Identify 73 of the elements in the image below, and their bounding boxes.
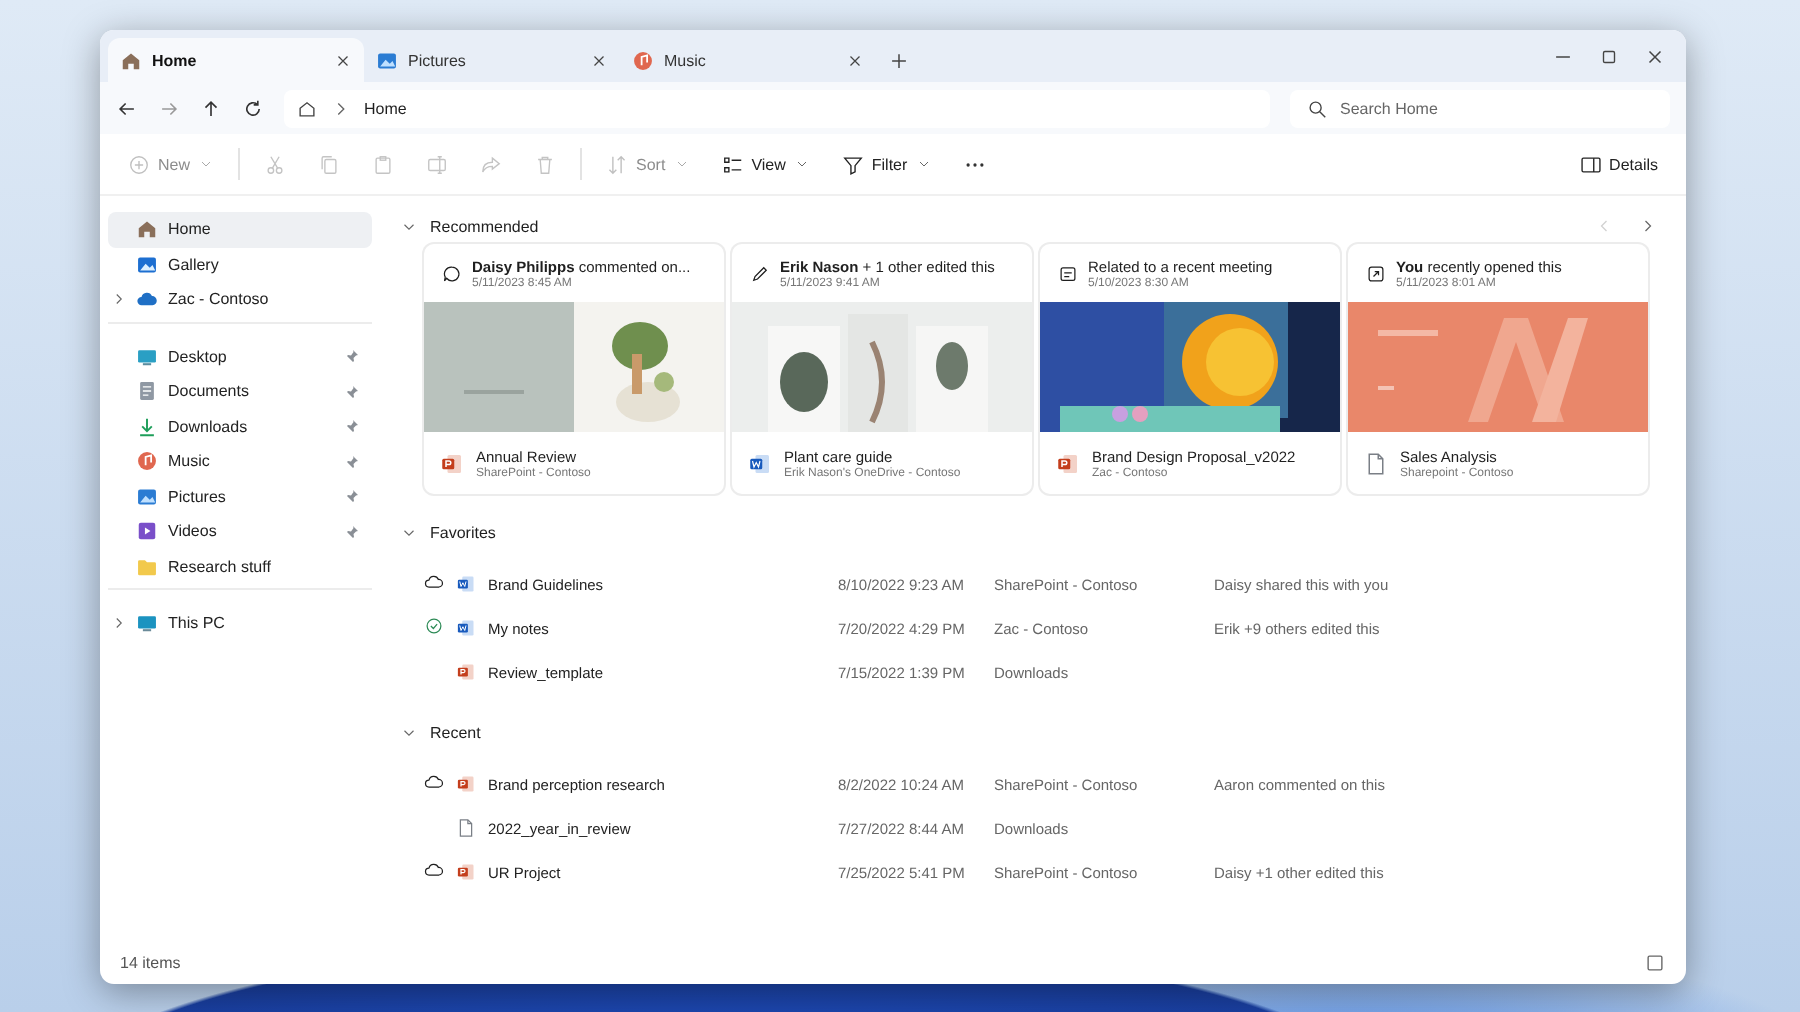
- address-bar[interactable]: Home: [284, 89, 1270, 127]
- details-button[interactable]: Details: [1571, 144, 1666, 184]
- slides-file-icon: [456, 774, 476, 794]
- picture-icon: [136, 253, 158, 276]
- sidebar-item[interactable]: This PC: [108, 606, 372, 641]
- sidebar-item[interactable]: Downloads: [108, 409, 372, 444]
- back-arrow-icon[interactable]: [116, 97, 138, 119]
- chevron-down-icon: [673, 156, 690, 172]
- sort-icon: [606, 153, 629, 175]
- up-arrow-icon[interactable]: [200, 97, 222, 119]
- sidebar-item[interactable]: Research stuff: [108, 549, 372, 584]
- plus-icon[interactable]: [887, 49, 909, 71]
- chevron-down-icon: [915, 156, 932, 172]
- house-icon: [296, 97, 318, 119]
- forward-arrow-icon[interactable]: [158, 97, 180, 119]
- search-icon: [1306, 97, 1328, 119]
- music-icon: [136, 450, 158, 473]
- house-icon: [120, 49, 142, 71]
- tab[interactable]: Music: [620, 38, 876, 82]
- picture-icon: [136, 485, 158, 508]
- sidebar-item[interactable]: Pictures: [108, 479, 372, 514]
- close-icon[interactable]: [846, 51, 864, 69]
- sidebar-item[interactable]: Videos: [108, 514, 372, 549]
- comment-icon: [442, 263, 462, 283]
- document-file-icon: [748, 451, 772, 475]
- section-title: Favorites: [430, 523, 496, 541]
- sidebar-item[interactable]: Music: [108, 444, 372, 479]
- section-title: Recommended: [430, 217, 539, 235]
- monitor-icon: [136, 345, 158, 368]
- sidebar-item[interactable]: Desktop: [108, 339, 372, 374]
- slides-file-icon: [1056, 451, 1080, 475]
- sidebar-item[interactable]: Documents: [108, 374, 372, 409]
- pencil-icon: [750, 263, 770, 283]
- search-field[interactable]: Search Home: [1290, 89, 1670, 127]
- video-icon: [136, 520, 158, 543]
- item-count: 14 items: [120, 953, 181, 971]
- sidebar-item[interactable]: Zac - Contoso: [108, 282, 372, 317]
- folder-icon: [136, 555, 158, 578]
- tab[interactable]: Pictures: [364, 38, 620, 82]
- slides-file-icon: [440, 451, 464, 475]
- cloud-icon: [136, 288, 158, 311]
- view-icon: [721, 153, 744, 175]
- computer-icon: [136, 612, 158, 635]
- slides-file-icon: [456, 862, 476, 882]
- house-icon: [136, 218, 158, 241]
- sidebar-item[interactable]: Home: [108, 212, 372, 247]
- document-file-icon: [456, 574, 476, 594]
- plus-circle-icon: [128, 153, 150, 175]
- chevron-down-icon: [198, 156, 215, 172]
- details-pane-icon: [1579, 153, 1602, 175]
- download-icon: [136, 415, 158, 438]
- file-icon: [1364, 451, 1388, 475]
- tab[interactable]: Home: [108, 38, 364, 82]
- close-icon[interactable]: [334, 51, 352, 69]
- document-file-icon: [456, 618, 476, 638]
- slides-file-icon: [456, 662, 476, 682]
- picture-icon: [376, 49, 398, 71]
- file-icon: [456, 818, 476, 838]
- menu-button[interactable]: View: [713, 144, 818, 184]
- breadcrumb[interactable]: Home: [364, 99, 407, 117]
- filter-icon: [841, 153, 864, 175]
- section-title: Recent: [430, 723, 481, 741]
- music-icon: [632, 49, 654, 71]
- close-icon[interactable]: [1644, 45, 1666, 67]
- document-icon: [136, 380, 158, 403]
- view-toggle-icon[interactable]: [1644, 951, 1666, 973]
- sidebar-item[interactable]: Gallery: [108, 247, 372, 282]
- maximize-icon[interactable]: [1598, 45, 1620, 67]
- open-file-icon: [1366, 263, 1386, 283]
- chevron-down-icon: [793, 156, 810, 172]
- menu-button[interactable]: Filter: [833, 144, 940, 184]
- refresh-icon[interactable]: [242, 97, 264, 119]
- close-icon[interactable]: [590, 51, 608, 69]
